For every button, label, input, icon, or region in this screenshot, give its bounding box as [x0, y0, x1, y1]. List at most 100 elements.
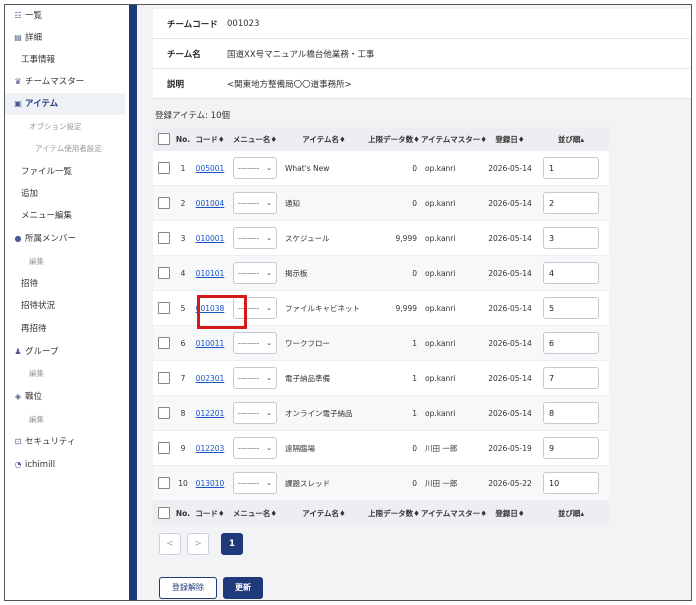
item-name: 電子納品準備 — [285, 373, 330, 383]
row-checkbox[interactable] — [158, 337, 170, 349]
col-header-no: No. — [175, 134, 191, 144]
order-input[interactable] — [543, 192, 599, 214]
item-date: 2026-05-14 — [488, 373, 532, 383]
item-date: 2026-05-14 — [488, 303, 532, 313]
sidebar-item-13[interactable]: 招待状況 — [5, 295, 125, 317]
col-header-menu[interactable]: メニュー名♦ — [229, 134, 281, 145]
sidebar-item-14[interactable]: 再招待 — [5, 318, 125, 340]
col-footer-master[interactable]: アイテムマスター♦ — [421, 508, 487, 519]
order-input[interactable] — [543, 297, 599, 319]
col-header-name[interactable]: アイテム名♦ — [281, 134, 367, 145]
item-limit: 0 — [412, 478, 417, 488]
sidebar-item-3[interactable]: ♛ チームマスター — [5, 71, 125, 93]
order-input[interactable] — [543, 157, 599, 179]
menu-select[interactable]: --------- ⌄ — [233, 227, 277, 249]
col-footer-order[interactable]: 並び順▴ — [533, 508, 609, 519]
sidebar-item-label: 再招待 — [21, 324, 47, 334]
chevron-down-icon: ⌄ — [266, 234, 272, 242]
sidebar-item-label: 編集 — [29, 415, 44, 424]
col-header-order[interactable]: 並び順▴ — [533, 134, 609, 145]
sidebar-item-0[interactable]: ☷ 一覧 — [5, 5, 125, 27]
col-footer-menu[interactable]: メニュー名♦ — [229, 508, 281, 519]
row-checkbox[interactable] — [158, 302, 170, 314]
item-code-link[interactable]: 012203 — [196, 444, 225, 453]
select-all-checkbox-bottom[interactable] — [158, 507, 170, 519]
sidebar-item-4[interactable]: ▣ アイテム — [5, 93, 125, 115]
menu-select-value: --------- — [238, 479, 260, 487]
menu-select[interactable]: --------- ⌄ — [233, 262, 277, 284]
pagination-next-button[interactable]: > — [187, 533, 209, 555]
sidebar-item-11[interactable]: 編集 — [5, 251, 125, 273]
order-input[interactable] — [543, 262, 599, 284]
item-code-link[interactable]: 001004 — [196, 199, 225, 208]
col-footer-code[interactable]: コード♦ — [191, 508, 229, 519]
sidebar-item-2[interactable]: 工事情報 — [5, 49, 125, 71]
item-code-link[interactable]: 002301 — [196, 374, 225, 383]
menu-select[interactable]: --------- ⌄ — [233, 367, 277, 389]
pagination-prev-button[interactable]: < — [159, 533, 181, 555]
pagination-page-current[interactable]: 1 — [221, 533, 243, 555]
item-limit: 9,999 — [395, 303, 417, 313]
unregister-button[interactable]: 登録解除 — [159, 577, 217, 599]
menu-select[interactable]: --------- ⌄ — [233, 402, 277, 424]
sidebar-item-20[interactable]: ◔ ichimill — [5, 454, 125, 476]
row-checkbox[interactable] — [158, 267, 170, 279]
info-label: 説明 — [167, 79, 185, 90]
row-checkbox[interactable] — [158, 162, 170, 174]
sidebar-item-19[interactable]: ⊡ セキュリティ — [5, 431, 125, 453]
row-checkbox[interactable] — [158, 442, 170, 454]
row-checkbox[interactable] — [158, 232, 170, 244]
menu-select[interactable]: --------- ⌄ — [233, 157, 277, 179]
menu-select-value: --------- — [238, 269, 260, 277]
item-code-link[interactable]: 012201 — [196, 409, 225, 418]
row-checkbox[interactable] — [158, 477, 170, 489]
item-date: 2026-05-14 — [488, 338, 532, 348]
col-footer-name[interactable]: アイテム名♦ — [281, 508, 367, 519]
sidebar-item-17[interactable]: ◈ 職位 — [5, 386, 125, 408]
col-header-master[interactable]: アイテムマスター♦ — [421, 134, 487, 145]
order-input[interactable] — [543, 402, 599, 424]
item-name: What's New — [285, 163, 330, 173]
col-footer-limit[interactable]: 上限データ数♦ — [367, 508, 421, 519]
sidebar-item-7[interactable]: ファイル一覧 — [5, 161, 125, 183]
info-value: <関東地方整備局〇〇道事務所> — [227, 79, 352, 90]
sidebar-item-5[interactable]: オプション設定 — [5, 116, 125, 138]
row-checkbox[interactable] — [158, 197, 170, 209]
update-button[interactable]: 更新 — [223, 577, 263, 599]
item-code-link[interactable]: 005001 — [196, 164, 225, 173]
item-name: ワークフロー — [285, 338, 330, 348]
col-header-date[interactable]: 登録日♦ — [487, 134, 533, 145]
col-header-code[interactable]: コード♦ — [191, 134, 229, 145]
item-code-link[interactable]: 013010 — [196, 479, 225, 488]
row-checkbox[interactable] — [158, 372, 170, 384]
menu-select[interactable]: --------- ⌄ — [233, 332, 277, 354]
sidebar-item-1[interactable]: ▤ 詳細 — [5, 27, 125, 49]
order-input[interactable] — [543, 437, 599, 459]
menu-select-value: --------- — [238, 409, 260, 417]
sidebar-item-16[interactable]: 編集 — [5, 363, 125, 385]
order-input[interactable] — [543, 367, 599, 389]
sidebar-item-8[interactable]: 追加 — [5, 183, 125, 205]
item-code-link[interactable]: 010011 — [196, 339, 225, 348]
sidebar-item-6[interactable]: アイテム使用者設定 — [5, 138, 125, 160]
menu-select[interactable]: --------- ⌄ — [233, 437, 277, 459]
item-master: 川田 一郎 — [425, 478, 458, 488]
chevron-down-icon: ⌄ — [266, 339, 272, 347]
order-input[interactable] — [543, 332, 599, 354]
sidebar-item-12[interactable]: 招待 — [5, 273, 125, 295]
select-all-checkbox[interactable] — [158, 133, 170, 145]
menu-select[interactable]: --------- ⌄ — [233, 472, 277, 494]
item-code-link[interactable]: 010101 — [196, 269, 225, 278]
item-date: 2026-05-14 — [488, 268, 532, 278]
order-input[interactable] — [543, 227, 599, 249]
sidebar-item-10[interactable]: ● 所属メンバー — [5, 228, 125, 250]
col-header-limit[interactable]: 上限データ数♦ — [367, 134, 421, 145]
menu-select[interactable]: --------- ⌄ — [233, 192, 277, 214]
sidebar-item-9[interactable]: メニュー編集 — [5, 205, 125, 227]
sidebar-item-15[interactable]: ♟ グループ — [5, 341, 125, 363]
col-footer-date[interactable]: 登録日♦ — [487, 508, 533, 519]
sidebar-item-18[interactable]: 編集 — [5, 409, 125, 431]
order-input[interactable] — [543, 472, 599, 494]
item-code-link[interactable]: 010001 — [196, 234, 225, 243]
row-checkbox[interactable] — [158, 407, 170, 419]
